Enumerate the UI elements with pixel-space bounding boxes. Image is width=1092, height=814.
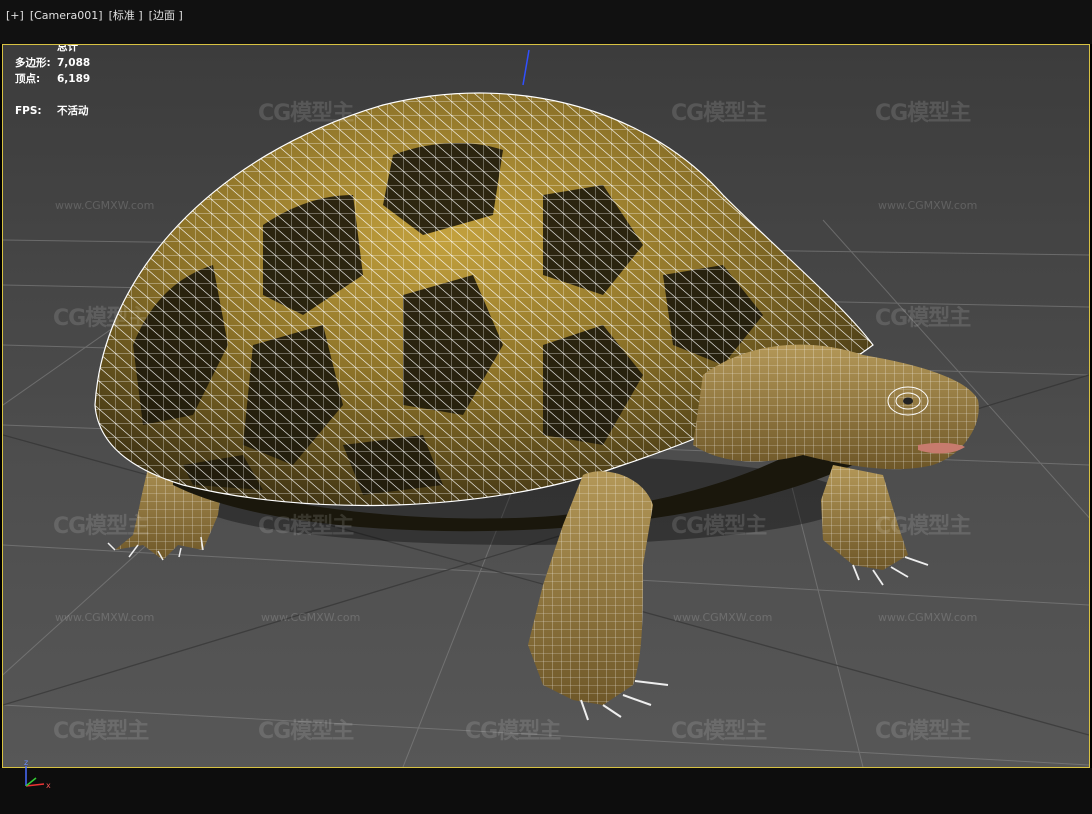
watermark-logo: CG模型主 [875,514,971,539]
watermark-logo: CG模型主 [671,514,767,539]
watermark-logo: CG模型主 [258,719,354,744]
watermark-logo: CG模型主 [258,514,354,539]
scene-statistics: 总计 多边形: 7,088 顶点: 6,189 [15,44,91,87]
turtle-3d-scene [3,49,1089,767]
watermark-logo: CG模型主 [465,719,561,744]
watermark-logo: CG模型主 [53,719,149,744]
viewport-footer [0,768,1092,814]
gizmo-z-label: z [24,760,28,767]
vertices-value: 6,189 [57,73,91,85]
viewport-camera-menu[interactable]: [Camera001] [30,9,103,22]
viewport-shading-menu[interactable]: [标准 ] [109,9,143,22]
camera-viewport[interactable]: CG模型主 CG模型主 CG模型主 www.CGMXW.com www.CGMX… [2,44,1090,768]
watermark-logo: CG模型主 [875,719,971,744]
stats-header: 总计 [57,44,78,53]
watermark-logo: CG模型主 [875,101,971,126]
turtle-head [693,344,979,470]
fps-value: 不活动 [57,105,89,117]
polygons-label: 多边形: [15,57,51,69]
watermark-logo: CG模型主 [671,101,767,126]
fps-readout: FPS: 不活动 [15,103,89,118]
watermark-url: www.CGMXW.com [673,611,773,624]
viewport-label-menu[interactable]: [+] [Camera001] [标准 ] [边面 ] [6,7,189,23]
gizmo-x-label: x [46,781,51,790]
axis-gizmo-icon: z x [22,758,56,794]
watermark-url: www.CGMXW.com [55,611,155,624]
polygons-value: 7,088 [57,57,91,69]
watermark-url: www.CGMXW.com [261,611,361,624]
watermark-url: www.CGMXW.com [55,199,155,212]
watermark-url: www.CGMXW.com [878,199,978,212]
fps-label: FPS: [15,105,42,117]
watermark-logo: CG模型主 [53,306,149,331]
viewport-header-bar: [+] [Camera001] [标准 ] [边面 ] [0,0,1092,44]
watermark-logo: CG模型主 [671,719,767,744]
watermark-logo: CG模型主 [53,514,149,539]
viewport-plus-menu[interactable]: [+] [6,9,24,22]
watermark-logo: CG模型主 [258,101,354,126]
watermark-logo: CG模型主 [875,306,971,331]
watermark-url: www.CGMXW.com [878,611,978,624]
viewport-edges-menu[interactable]: [边面 ] [149,9,183,22]
vertices-label: 顶点: [15,73,41,85]
